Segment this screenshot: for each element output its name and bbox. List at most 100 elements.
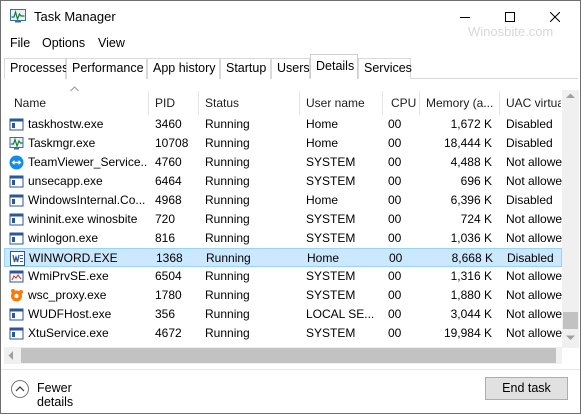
process-status: Running xyxy=(205,155,250,169)
process-status: Running xyxy=(205,212,250,226)
table-row[interactable]: WUDFHost.exe 356 Running LOCAL SE... 00 3,044… xyxy=(4,305,566,324)
column-header-name[interactable]: Name xyxy=(14,93,144,115)
process-pid: 4760 xyxy=(155,155,182,169)
scroll-up-icon[interactable] xyxy=(566,93,575,99)
menu-options[interactable]: Options xyxy=(42,36,85,50)
process-user-name: SYSTEM xyxy=(306,269,356,283)
generic-app-icon xyxy=(9,232,24,245)
process-pid: 1780 xyxy=(155,288,182,302)
process-cpu: 00 xyxy=(388,231,402,245)
process-name: unsecapp.exe xyxy=(28,174,103,188)
column-divider[interactable] xyxy=(148,91,149,115)
vertical-scrollbar[interactable] xyxy=(562,90,579,348)
process-user-name: SYSTEM xyxy=(306,212,356,226)
process-status: Running xyxy=(205,117,250,131)
process-memory: 3,044 K xyxy=(450,307,492,321)
column-header-user-name[interactable]: User name xyxy=(306,93,381,115)
table-row[interactable]: wininit.exe winosbite 720 Running SYSTEM 00 7… xyxy=(4,210,566,229)
generic-app-icon xyxy=(9,194,24,207)
column-header-status[interactable]: Status xyxy=(205,93,295,115)
column-divider[interactable] xyxy=(198,91,199,115)
process-memory: 696 K xyxy=(460,174,492,188)
table-row-selected[interactable]: WINWORD.EXE 1368 Running Home 00 8,668 K Disab… xyxy=(4,248,562,267)
end-task-button[interactable]: End task xyxy=(485,377,568,400)
process-name: WINWORD.EXE xyxy=(29,251,118,265)
column-header-memory[interactable]: Memory (a... xyxy=(426,93,498,115)
menu-view[interactable]: View xyxy=(98,36,125,50)
scroll-down-icon[interactable] xyxy=(566,335,575,341)
process-user-name: SYSTEM xyxy=(306,174,356,188)
vertical-scroll-thumb[interactable] xyxy=(563,312,578,329)
horizontal-scroll-thumb[interactable] xyxy=(21,348,556,363)
column-divider[interactable] xyxy=(499,91,500,115)
process-uac-virtualization: Not allowed xyxy=(506,174,566,188)
table-row[interactable]: taskhostw.exe 3460 Running Home 00 1,672 K Dis… xyxy=(4,115,562,134)
table-row[interactable]: winlogon.exe 816 Running SYSTEM 00 1,036 K Not… xyxy=(4,229,566,248)
process-pid: 720 xyxy=(155,212,176,226)
process-status: Running xyxy=(205,307,250,321)
process-status: Running xyxy=(205,231,250,245)
process-uac-virtualization: Disabled xyxy=(506,136,553,150)
process-cpu: 00 xyxy=(388,212,402,226)
column-header-uac[interactable]: UAC virtua xyxy=(506,93,561,115)
table-row[interactable]: WindowsInternal.Co... 4968 Running Home 00 6,… xyxy=(4,191,562,210)
table-row[interactable]: TeamViewer_Service.... 4760 Running SYSTEM 0… xyxy=(4,153,566,172)
watermark: Winosbite.com xyxy=(468,24,554,39)
footer-divider xyxy=(1,369,580,370)
process-user-name: Home xyxy=(306,117,339,131)
process-memory: 18,444 K xyxy=(443,136,492,150)
process-cpu: 00 xyxy=(388,288,402,302)
process-pid: 10708 xyxy=(155,136,189,150)
menu-file[interactable]: File xyxy=(10,36,30,50)
process-name: winlogon.exe xyxy=(28,231,99,245)
tab-performance[interactable]: Performance xyxy=(66,58,147,79)
task-manager-window: Task Manager File Options View Winosbite… xyxy=(0,0,581,414)
table-row[interactable]: wsc_proxy.exe 1780 Running SYSTEM 00 1,880 K N… xyxy=(4,286,566,305)
process-status: Running xyxy=(205,193,250,207)
process-name: Taskmgr.exe xyxy=(28,136,96,150)
wmi-icon xyxy=(9,270,24,283)
tab-services[interactable]: Services xyxy=(358,58,412,79)
tab-app-history[interactable]: App history xyxy=(147,58,220,79)
process-memory: 19,984 K xyxy=(443,326,492,340)
fewer-details-button[interactable]: Fewer details xyxy=(10,378,110,409)
process-name: WUDFHost.exe xyxy=(28,307,112,321)
tab-details[interactable]: Details xyxy=(310,54,358,79)
process-cpu: 00 xyxy=(388,307,402,321)
table-row[interactable]: XtuService.exe 4672 Running SYSTEM 00 19,984 … xyxy=(4,324,566,343)
teamviewer-icon xyxy=(9,155,24,170)
process-uac-virtualization: Disabled xyxy=(506,193,553,207)
scroll-left-icon[interactable] xyxy=(8,351,14,360)
process-user-name: Home xyxy=(306,193,339,207)
column-divider[interactable] xyxy=(419,91,420,115)
tab-users[interactable]: Users xyxy=(271,58,310,79)
task-manager-icon xyxy=(10,9,26,23)
process-user-name: SYSTEM xyxy=(306,326,356,340)
process-memory: 1,880 K xyxy=(450,288,492,302)
word-icon xyxy=(10,251,25,266)
table-row[interactable]: unsecapp.exe 6464 Running SYSTEM 00 696 K Not … xyxy=(4,172,566,191)
chevron-up-circle-icon xyxy=(11,380,29,398)
tab-processes[interactable]: Processes xyxy=(4,58,68,79)
maximize-icon xyxy=(505,12,515,22)
process-cpu: 00 xyxy=(388,174,402,188)
generic-app-icon xyxy=(9,175,24,188)
generic-app-icon xyxy=(9,308,24,321)
tab-startup[interactable]: Startup xyxy=(220,58,271,79)
process-status: Running xyxy=(205,269,250,283)
process-memory: 4,488 K xyxy=(450,155,492,169)
process-status: Running xyxy=(205,288,250,302)
process-user-name: Home xyxy=(306,136,339,150)
column-header-cpu[interactable]: CPU xyxy=(391,93,419,115)
column-divider[interactable] xyxy=(382,91,383,115)
column-divider[interactable] xyxy=(299,91,300,115)
process-uac-virtualization: Not allowed xyxy=(506,212,566,226)
process-pid: 356 xyxy=(155,307,176,321)
table-row[interactable]: WmiPrvSE.exe 6504 Running SYSTEM 00 1,316 K No… xyxy=(4,267,566,286)
process-pid: 4968 xyxy=(155,193,182,207)
column-header-pid[interactable]: PID xyxy=(155,93,195,115)
process-cpu: 00 xyxy=(388,269,402,283)
table-row[interactable]: Taskmgr.exe 10708 Running Home 00 18,444 K Dis… xyxy=(4,134,562,153)
process-memory: 1,036 K xyxy=(450,231,492,245)
process-pid: 4672 xyxy=(155,326,182,340)
